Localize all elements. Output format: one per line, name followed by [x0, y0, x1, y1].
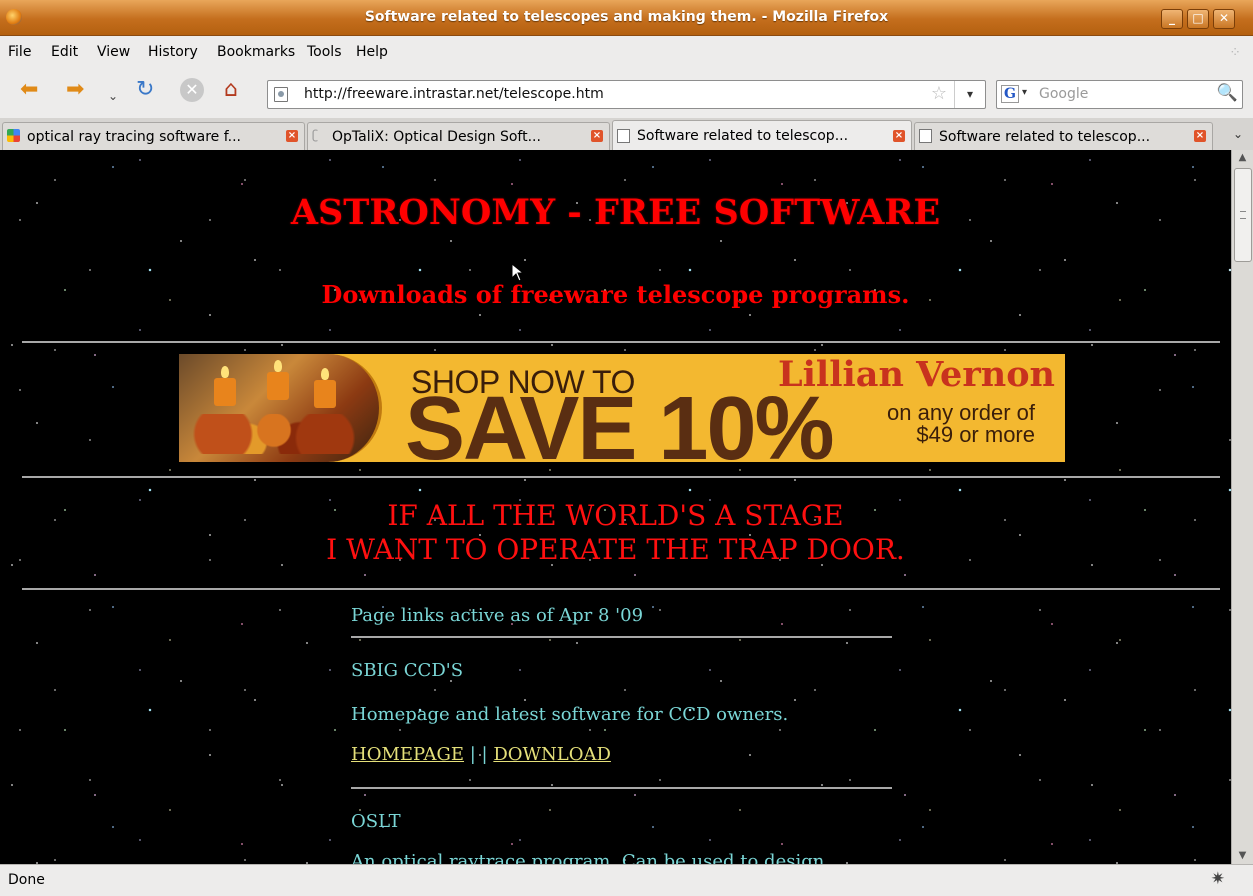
history-dropdown-icon[interactable]: ⌄ [108, 84, 118, 108]
menu-file[interactable]: File [8, 44, 31, 60]
optalix-favicon-icon: ʗ [312, 128, 319, 142]
minimize-button[interactable]: _ [1161, 9, 1183, 29]
tab-software-telescopes[interactable]: Software related to telescop... × [914, 122, 1213, 150]
tab-strip: optical ray tracing software f... × ʗ Op… [0, 118, 1253, 151]
grip-icon [1240, 211, 1246, 219]
section-title-sbig: SBIG CCD'S [351, 660, 464, 681]
home-icon[interactable]: ⌂ [224, 78, 238, 102]
tab-software-telescopes-active[interactable]: Software related to telescop... × [612, 120, 912, 151]
page-favicon-icon [919, 129, 932, 143]
ad-save-text: SAVE 10% [405, 379, 835, 462]
mouse-cursor-icon [511, 263, 525, 282]
section-desc-oslt: An optical raytrace program. Can be used… [351, 851, 825, 864]
bookmark-star-icon[interactable]: ☆ [931, 83, 947, 104]
sbig-links: HOMEPAGE | | DOWNLOAD [351, 744, 611, 765]
tab-close-icon[interactable]: × [591, 130, 603, 142]
menu-bookmarks[interactable]: Bookmarks [217, 44, 295, 60]
scrollbar-thumb[interactable] [1234, 168, 1252, 262]
tab-close-icon[interactable]: × [286, 130, 298, 142]
tab-list-dropdown-icon[interactable]: ⌄ [1233, 127, 1243, 141]
page-content[interactable]: ASTRONOMY - FREE SOFTWARE Downloads of f… [0, 150, 1231, 864]
tab-label: optical ray tracing software f... [27, 129, 241, 145]
page-subheading: Downloads of freeware telescope programs… [321, 280, 910, 309]
download-link[interactable]: DOWNLOAD [493, 744, 611, 765]
navigation-toolbar: ⬅ ➡ ⌄ ↻ ✕ ⌂ http://freeware.intrastar.ne… [0, 66, 1253, 118]
tab-optalix[interactable]: ʗ OpTaliX: Optical Design Soft... × [307, 122, 610, 150]
window-titlebar[interactable]: Software related to telescopes and makin… [0, 0, 1253, 36]
status-bar: Done ✷ [0, 864, 1253, 896]
tab-label: OpTaliX: Optical Design Soft... [332, 129, 541, 145]
page-heading: ASTRONOMY - FREE SOFTWARE [290, 192, 941, 233]
quote-line-2: I WANT TO OPERATE THE TRAP DOOR. [326, 533, 905, 566]
url-dropdown-icon[interactable]: ▾ [954, 81, 985, 108]
ad-terms: on any order of $49 or more [885, 402, 1035, 446]
ad-terms-line1: on any order of [887, 400, 1035, 425]
homepage-link[interactable]: HOMEPAGE [351, 744, 464, 765]
section-divider [351, 636, 892, 638]
back-arrow-icon[interactable]: ⬅ [20, 78, 38, 102]
quote-line-1: IF ALL THE WORLD'S A STAGE [387, 499, 844, 532]
horizontal-rule [22, 341, 1220, 343]
throbber-icon: ⁘ [1229, 45, 1241, 61]
horizontal-rule [22, 588, 1220, 590]
search-bar[interactable]: G ▾ Google 🔍 [996, 80, 1243, 109]
stop-icon[interactable]: ✕ [180, 78, 204, 102]
google-engine-icon[interactable]: G [1001, 85, 1019, 103]
section-title-oslt: OSLT [351, 811, 401, 832]
menubar: File Edit View History Bookmarks Tools H… [0, 36, 1253, 66]
status-text: Done [8, 872, 45, 888]
search-magnifier-icon[interactable]: 🔍 [1217, 83, 1238, 103]
link-separator: | | [469, 744, 488, 765]
section-divider [351, 787, 892, 789]
vertical-scrollbar[interactable]: ▲ ▼ [1231, 150, 1253, 864]
google-favicon-icon [7, 129, 20, 142]
tab-label: Software related to telescop... [637, 128, 849, 144]
ad-candles-image [179, 354, 382, 462]
page-favicon-icon [617, 129, 630, 143]
engine-dropdown-icon[interactable]: ▾ [1022, 87, 1027, 98]
ad-terms-line2: $49 or more [916, 422, 1035, 447]
tab-label: Software related to telescop... [939, 129, 1151, 145]
close-window-button[interactable]: ✕ [1213, 9, 1235, 29]
links-active-note: Page links active as of Apr 8 '09 [351, 605, 644, 626]
scroll-down-icon[interactable]: ▼ [1232, 848, 1253, 864]
tab-close-icon[interactable]: × [893, 130, 905, 142]
ad-banner[interactable]: SHOP NOW TO Lillian Vernon SAVE 10% on a… [179, 354, 1065, 462]
tab-close-icon[interactable]: × [1194, 130, 1206, 142]
tab-optical-ray-tracing[interactable]: optical ray tracing software f... × [2, 122, 305, 150]
menu-view[interactable]: View [97, 44, 130, 60]
scroll-up-icon[interactable]: ▲ [1232, 150, 1253, 166]
site-identity-icon[interactable] [274, 87, 288, 102]
url-bar[interactable]: http://freeware.intrastar.net/telescope.… [267, 80, 986, 109]
section-desc-sbig: Homepage and latest software for CCD own… [351, 704, 789, 725]
horizontal-rule [22, 476, 1220, 478]
firebug-icon[interactable]: ✷ [1211, 869, 1225, 889]
maximize-button[interactable]: □ [1187, 9, 1209, 29]
menu-help[interactable]: Help [356, 44, 388, 60]
menu-history[interactable]: History [148, 44, 198, 60]
url-input[interactable]: http://freeware.intrastar.net/telescope.… [304, 86, 604, 102]
window-title: Software related to telescopes and makin… [364, 9, 889, 25]
forward-arrow-icon[interactable]: ➡ [66, 78, 84, 102]
menu-tools[interactable]: Tools [307, 44, 342, 60]
search-input[interactable]: Google [1039, 86, 1088, 102]
menu-edit[interactable]: Edit [51, 44, 78, 60]
reload-icon[interactable]: ↻ [136, 78, 154, 102]
